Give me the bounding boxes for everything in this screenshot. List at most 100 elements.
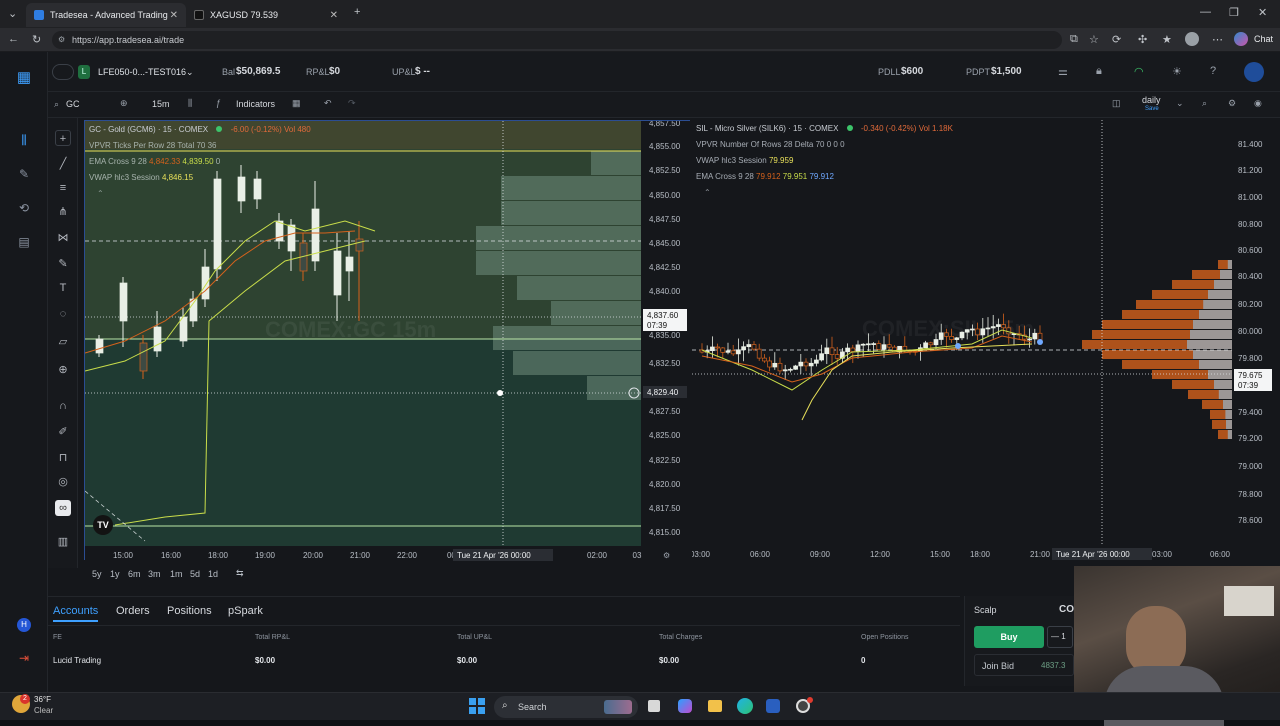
candle[interactable] [923, 342, 928, 349]
copilot-icon[interactable] [1234, 32, 1248, 46]
lock-icon[interactable]: 🔒︎ [1096, 65, 1102, 78]
crosshair-icon[interactable]: + [55, 130, 71, 146]
trash-icon[interactable]: ▥ [55, 534, 71, 550]
candle[interactable] [782, 369, 788, 372]
candle[interactable] [855, 344, 861, 352]
pattern-icon[interactable]: ◌ [55, 306, 71, 322]
edge-icon[interactable] [737, 698, 753, 714]
layout-dropdown-icon[interactable]: ⌄ [1176, 98, 1184, 109]
add-symbol-icon[interactable]: ⊕ [120, 98, 128, 109]
candle[interactable] [751, 344, 757, 350]
url-field[interactable]: ⚙ https://app.tradesea.ai/trade [52, 31, 1062, 49]
chart-gold[interactable]: 4,857.50 4,855.00 4,852.50 4,850.00 4,847.50… [84, 120, 691, 561]
candle[interactable] [871, 343, 876, 345]
chart-silver[interactable]: 81.400 81.200 81.000 80.800 80.600 80.400 80.2… [692, 120, 1280, 560]
windows-start-icon[interactable] [469, 698, 485, 714]
pitchfork-icon[interactable]: ⋔ [55, 204, 71, 220]
refresh-extension-icon[interactable]: ⟳ [1112, 33, 1121, 46]
candle[interactable] [725, 350, 731, 353]
candle[interactable] [253, 178, 262, 200]
candle[interactable] [876, 343, 882, 350]
tab-accounts[interactable]: Accounts [53, 605, 99, 622]
symbol-search[interactable]: GC [66, 99, 80, 109]
settings-icon[interactable]: ⚙ [1228, 98, 1236, 109]
quick-search-icon[interactable]: ⌕ [1202, 98, 1207, 109]
trade-nav-icon[interactable]: ⫼ [16, 132, 32, 148]
install-app-icon[interactable]: ⧉ [1070, 33, 1078, 46]
candle[interactable] [834, 354, 840, 359]
browser-tab-tradesea[interactable]: Tradesea - Advanced Trading Dash ✕ [26, 3, 186, 27]
close-window-icon[interactable]: ✕ [1258, 6, 1267, 19]
candle[interactable] [710, 346, 715, 352]
gold-price-axis[interactable] [641, 121, 691, 561]
collapse-legend-icon[interactable]: ⌃ [97, 189, 104, 198]
camera-icon[interactable]: ◉ [1254, 98, 1262, 109]
silver-legend-ema[interactable]: EMA Cross 9 28 79.912 79.951 79.912 [696, 172, 834, 181]
silver-title[interactable]: SIL - Micro Silver (SILK6) · 15 · COMEX [696, 124, 838, 133]
account-selector[interactable]: LFE050-0...-TEST016 [98, 67, 186, 77]
store-icon[interactable] [766, 699, 780, 713]
candle[interactable] [788, 368, 793, 371]
hide-drawings-icon[interactable]: ◎ [55, 474, 71, 490]
file-explorer-icon[interactable] [708, 700, 722, 712]
tab-list-icon[interactable]: ⌄ [8, 7, 17, 20]
candle[interactable] [139, 342, 148, 372]
co-tab[interactable]: CO [1059, 604, 1074, 615]
minus-icon[interactable]: — [1051, 632, 1059, 641]
candle[interactable] [928, 342, 934, 346]
indicators-icon[interactable]: ƒ [216, 98, 221, 108]
candle[interactable] [819, 353, 824, 361]
tradingview-logo[interactable]: TV [93, 515, 113, 535]
candle[interactable] [767, 360, 772, 368]
range-5y[interactable]: 5y [92, 569, 102, 579]
candle[interactable] [824, 347, 830, 355]
candle[interactable] [345, 256, 354, 272]
reload-icon[interactable]: ↻ [32, 33, 41, 46]
gold-legend-vwap[interactable]: VWAP hlc3 Session 4,846.15 [89, 173, 193, 182]
extensions-icon[interactable]: ✣ [1138, 33, 1147, 46]
history-nav-icon[interactable]: ⟲ [16, 200, 32, 216]
bookmark-star-icon[interactable]: ☆ [1089, 33, 1099, 46]
back-icon[interactable]: ← [8, 33, 19, 45]
toggle-switch[interactable] [52, 64, 74, 80]
candle[interactable] [746, 344, 752, 348]
maximize-icon[interactable]: ❐ [1229, 6, 1239, 19]
site-info-icon[interactable]: ⚙ [58, 31, 65, 49]
candle[interactable] [860, 343, 866, 346]
silver-legend-vpvr[interactable]: VPVR Number Of Rows 28 Delta 70 0 0 0 [696, 140, 845, 149]
candle[interactable] [866, 343, 871, 346]
browser-tab-xagusd[interactable]: XAGUSD 79.539 ✕ [186, 3, 346, 27]
candle[interactable] [201, 266, 210, 300]
chat-label[interactable]: Chat [1254, 34, 1273, 44]
candle[interactable] [777, 362, 783, 372]
candle[interactable] [333, 250, 342, 296]
taskbar-search[interactable]: ⌕ Search [494, 696, 638, 718]
candle[interactable] [845, 347, 850, 353]
gold-legend-vpvr[interactable]: VPVR Ticks Per Row 28 Total 70 36 [89, 141, 217, 150]
candle[interactable] [762, 357, 767, 362]
candle[interactable] [179, 316, 188, 342]
candle[interactable] [213, 178, 222, 270]
candle[interactable] [756, 348, 762, 359]
candle[interactable] [119, 282, 128, 322]
account-dropdown-icon[interactable]: ⌄ [186, 67, 194, 78]
copilot-taskbar-icon[interactable] [678, 699, 692, 713]
draw-nav-icon[interactable]: ✎ [16, 166, 32, 182]
logout-icon[interactable]: ⇥ [16, 650, 32, 666]
range-1d[interactable]: 1d [208, 569, 218, 579]
candle[interactable] [772, 362, 778, 368]
quantity-stepper[interactable]: — 1 [1047, 626, 1073, 648]
candle[interactable] [793, 365, 798, 370]
range-6m[interactable]: 6m [128, 569, 141, 579]
sliders-icon[interactable]: ⚌ [1058, 65, 1068, 78]
magnet-icon[interactable]: ∩ [55, 398, 71, 414]
user-avatar[interactable] [1244, 62, 1264, 82]
more-menu-icon[interactable]: ⋯ [1212, 33, 1223, 46]
zoom-icon[interactable]: ⊕ [55, 362, 71, 378]
fib-icon[interactable]: ⋈ [55, 230, 71, 246]
join-bid-button[interactable]: Join Bid 4837.3 [974, 654, 1074, 676]
templates-icon[interactable]: ▦ [292, 98, 301, 109]
redo-icon[interactable]: ↷ [348, 98, 356, 109]
horizontal-lines-icon[interactable]: ≡ [55, 180, 71, 196]
candle[interactable] [741, 346, 746, 351]
